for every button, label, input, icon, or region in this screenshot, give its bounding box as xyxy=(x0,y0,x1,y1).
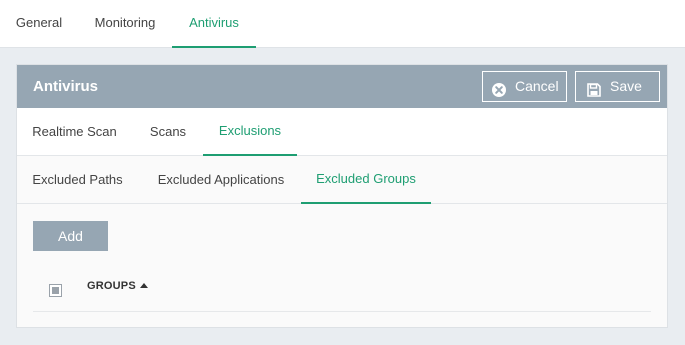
tab-scans[interactable]: Scans xyxy=(137,108,199,156)
tab-monitoring[interactable]: Monitoring xyxy=(78,0,172,48)
tab-excluded-groups[interactable]: Excluded Groups xyxy=(301,156,431,204)
add-button[interactable]: Add xyxy=(33,221,108,251)
tab-exclusions[interactable]: Exclusions xyxy=(203,108,297,156)
cancel-circle-x-icon xyxy=(491,79,507,97)
panel-header: Antivirus Cancel Save xyxy=(17,65,667,108)
top-tab-bar: General Monitoring Antivirus xyxy=(0,0,685,48)
tab-realtime-scan[interactable]: Realtime Scan xyxy=(17,108,132,156)
sort-ascending-icon[interactable] xyxy=(140,283,148,288)
column-header-groups[interactable]: GROUPS xyxy=(87,270,136,302)
select-all-checkbox[interactable] xyxy=(49,284,62,297)
save-label: Save xyxy=(610,78,642,94)
cancel-button[interactable]: Cancel xyxy=(482,71,567,102)
tab-excluded-paths[interactable]: Excluded Paths xyxy=(17,156,138,204)
cancel-label: Cancel xyxy=(515,78,559,94)
antivirus-sub-tabs: Realtime Scan Scans Exclusions xyxy=(17,108,667,156)
save-disk-icon xyxy=(586,79,602,97)
tab-general[interactable]: General xyxy=(0,0,78,48)
antivirus-panel: Antivirus Cancel Save Realtime Scan Scan… xyxy=(16,64,668,328)
save-button[interactable]: Save xyxy=(575,71,660,102)
groups-table-header: GROUPS xyxy=(33,270,651,312)
tab-excluded-applications[interactable]: Excluded Applications xyxy=(141,156,301,204)
panel-title: Antivirus xyxy=(33,78,99,95)
exclusion-tabs: Excluded Paths Excluded Applications Exc… xyxy=(17,156,667,204)
tab-antivirus[interactable]: Antivirus xyxy=(172,0,256,48)
